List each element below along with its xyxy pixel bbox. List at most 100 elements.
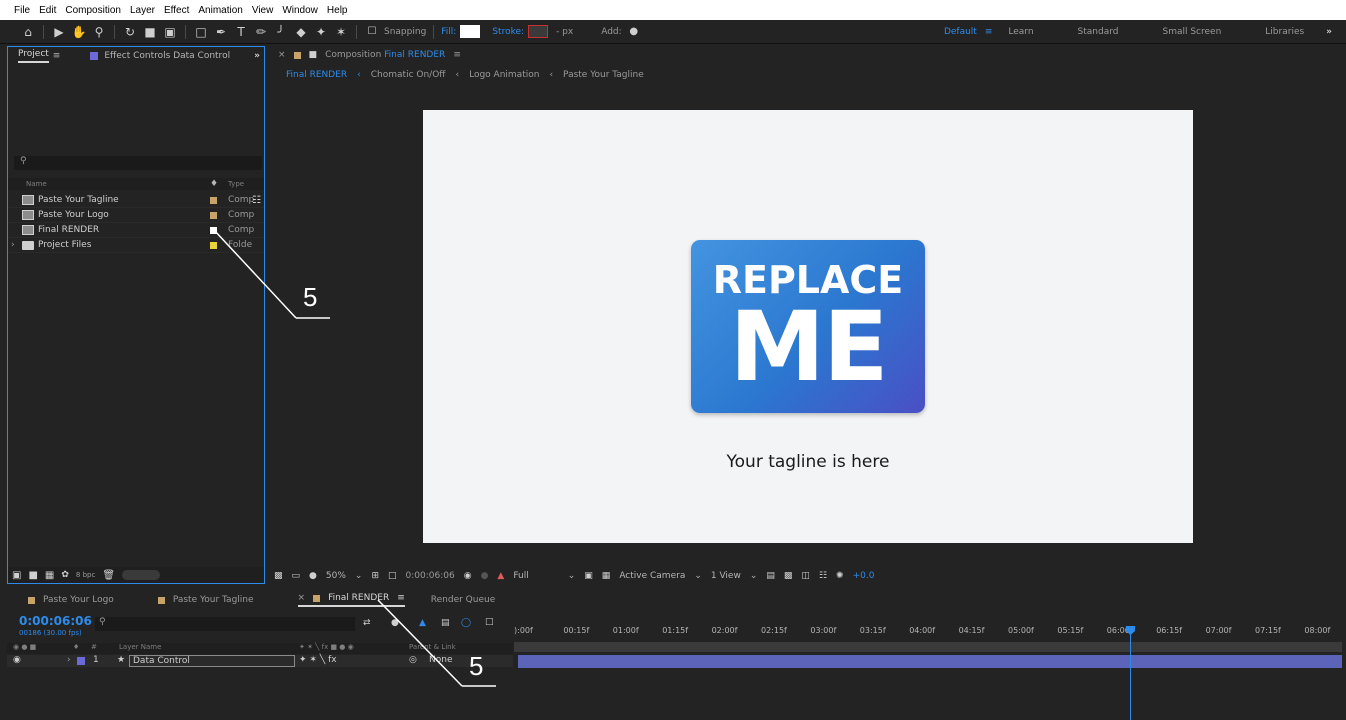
view-layout-select[interactable]: 1 View — [711, 571, 741, 581]
close-icon[interactable]: × — [278, 50, 286, 60]
type-tool-icon[interactable]: T — [233, 24, 249, 40]
column-name[interactable]: Name — [26, 180, 47, 188]
menu-effect[interactable]: Effect — [164, 5, 189, 16]
stroke-swatch[interactable] — [528, 25, 549, 38]
composition-canvas[interactable]: REPLACE ME Your tagline is here — [423, 110, 1193, 543]
selection-tool-icon[interactable]: ▶ — [51, 24, 67, 40]
column-type[interactable]: Type — [228, 180, 244, 188]
layer-search-input[interactable]: ⚲ — [95, 617, 355, 631]
logo-placeholder[interactable]: REPLACE ME — [691, 240, 925, 413]
transparency-grid-icon[interactable]: ▦ — [602, 571, 611, 581]
delete-icon[interactable]: 🗑 — [102, 570, 115, 581]
pen-tool-icon[interactable]: ✒ — [213, 24, 229, 40]
tab-paste-your-logo[interactable]: Paste Your Logo — [28, 595, 114, 605]
project-item[interactable]: Final RENDER Comp — [8, 223, 264, 238]
flowchart-icon[interactable]: ☷ — [819, 571, 827, 581]
time-ruler[interactable]: ):00f 00:15f 01:00f 01:15f 02:00f 02:15f 03:00… — [514, 612, 1342, 652]
tab-paste-your-tagline[interactable]: Paste Your Tagline — [157, 595, 254, 605]
project-search-input[interactable]: ⚲ — [14, 156, 262, 170]
panel-menu-icon[interactable]: ≡ — [53, 51, 61, 61]
breadcrumb-logo-animation[interactable]: Logo Animation — [469, 70, 539, 80]
fill-swatch[interactable] — [460, 25, 481, 38]
workspace-learn[interactable]: Learn — [986, 27, 1055, 37]
close-icon[interactable]: × — [298, 593, 306, 603]
menu-file[interactable]: File — [14, 5, 30, 16]
graph-editor-icon[interactable]: □ — [485, 617, 494, 627]
tab-render-queue[interactable]: Render Queue — [431, 595, 495, 605]
region-of-interest-icon[interactable]: □ — [388, 571, 397, 581]
fast-previews-icon[interactable]: ▣ — [584, 571, 593, 581]
tab-project[interactable]: Project — [18, 49, 49, 63]
panel-overflow-icon[interactable]: » — [254, 51, 260, 61]
menu-view[interactable]: View — [252, 5, 274, 16]
snapping-checkbox[interactable]: ☐ — [364, 24, 380, 40]
expand-arrow-icon[interactable]: › — [11, 240, 15, 250]
frame-blending-icon[interactable]: ▤ — [441, 618, 450, 628]
visibility-eye-icon[interactable]: ◉ — [13, 655, 21, 665]
pickwhip-icon[interactable]: ◎ — [409, 655, 417, 665]
parent-select[interactable]: None — [429, 655, 452, 665]
color-channels-icon[interactable]: ▲ — [497, 571, 504, 581]
hand-tool-icon[interactable]: ✋ — [71, 24, 87, 40]
shy-layers-icon[interactable]: ▲ — [419, 618, 426, 628]
pan-behind-tool-icon[interactable]: ▣ — [162, 24, 178, 40]
panel-menu-icon[interactable]: ≡ — [397, 593, 405, 603]
menu-composition[interactable]: Composition — [65, 5, 121, 16]
always-preview-icon[interactable]: ▩ — [274, 571, 283, 581]
monitor-icon[interactable]: ▭ — [292, 571, 301, 581]
workspace-libraries[interactable]: Libraries — [1243, 27, 1326, 37]
tab-final-render[interactable]: × Final RENDER ≡ — [297, 593, 405, 607]
chevron-down-icon[interactable]: ⌄ — [694, 571, 702, 581]
eraser-tool-icon[interactable]: ◆ — [293, 24, 309, 40]
composition-name[interactable]: Final RENDER — [384, 50, 445, 60]
project-item[interactable]: › Project Files Folde — [8, 238, 264, 253]
breadcrumb-chomatic[interactable]: Chomatic On/Off — [371, 70, 446, 80]
grid-overlay-icon[interactable]: ⊞ — [371, 571, 379, 581]
menu-layer[interactable]: Layer — [130, 5, 155, 16]
workspace-small-screen[interactable]: Small Screen — [1140, 27, 1243, 37]
chevron-down-icon[interactable]: ⌄ — [568, 571, 576, 581]
layer-row[interactable]: ◉ › 1 ★ Data Control ✦ ✶ ╲ fx ◎ None — [7, 655, 513, 667]
snapshot-icon[interactable]: ◉ — [464, 571, 472, 581]
column-parent-link[interactable]: Parent & Link — [409, 643, 456, 651]
project-settings-icon[interactable]: ✿ — [61, 570, 69, 580]
mask-visibility-icon[interactable]: ● — [309, 571, 317, 581]
comp-mini-flowchart-icon[interactable]: ⇄ — [363, 618, 371, 628]
interpret-footage-icon[interactable]: ▣ — [12, 570, 21, 581]
breadcrumb-final-render[interactable]: Final RENDER — [286, 70, 347, 80]
lock-icon[interactable]: ■ — [309, 50, 318, 60]
label-tag-icon[interactable]: ♦ — [73, 643, 79, 651]
toggle-pixel-aspect-icon[interactable]: ▤ — [766, 571, 775, 581]
chevron-down-icon[interactable]: ⌄ — [750, 571, 758, 581]
camera-tool-icon[interactable]: ■ — [142, 24, 158, 40]
expand-arrow-icon[interactable]: › — [67, 655, 71, 665]
layer-duration-bar[interactable] — [518, 655, 1342, 668]
workspace-standard[interactable]: Standard — [1056, 27, 1141, 37]
label-color[interactable] — [77, 657, 85, 665]
layer-switches[interactable]: ✦ ✶ ╲ fx — [299, 655, 337, 665]
menu-help[interactable]: Help — [327, 5, 348, 16]
new-composition-icon[interactable]: ▦ — [45, 570, 54, 581]
current-time-display[interactable]: 0:00:06:06 — [406, 571, 455, 581]
rotate-tool-icon[interactable]: ↻ — [122, 24, 138, 40]
chevron-down-icon[interactable]: ⌄ — [355, 571, 363, 581]
menu-animation[interactable]: Animation — [198, 5, 242, 16]
more-workspaces-icon[interactable]: » — [1326, 27, 1346, 37]
label-tag-icon[interactable]: ♦ — [210, 179, 218, 189]
bit-depth-button[interactable]: 8 bpc — [76, 571, 95, 579]
motion-blur-icon[interactable]: ◯ — [461, 618, 471, 628]
brush-tool-icon[interactable]: ✏ — [253, 24, 269, 40]
home-icon[interactable]: ⌂ — [20, 24, 36, 40]
project-item[interactable]: Paste Your Tagline Comp ☷ — [8, 193, 264, 208]
clone-stamp-tool-icon[interactable]: ╯ — [273, 24, 289, 40]
tab-effect-controls[interactable]: Effect Controls Data Control — [104, 51, 230, 61]
draft-3d-icon[interactable]: ● — [391, 618, 399, 628]
tagline-text[interactable]: Your tagline is here — [423, 452, 1193, 472]
menu-edit[interactable]: Edit — [39, 5, 56, 16]
layer-name-field[interactable]: Data Control — [129, 655, 295, 667]
panel-menu-icon[interactable]: ≡ — [453, 50, 461, 60]
fast-draft-icon[interactable]: ▩ — [784, 571, 793, 581]
flowchart-icon[interactable]: ☷ — [252, 195, 261, 206]
column-layer-name[interactable]: Layer Name — [119, 643, 161, 651]
composition-viewer[interactable]: REPLACE ME Your tagline is here — [268, 86, 1342, 564]
